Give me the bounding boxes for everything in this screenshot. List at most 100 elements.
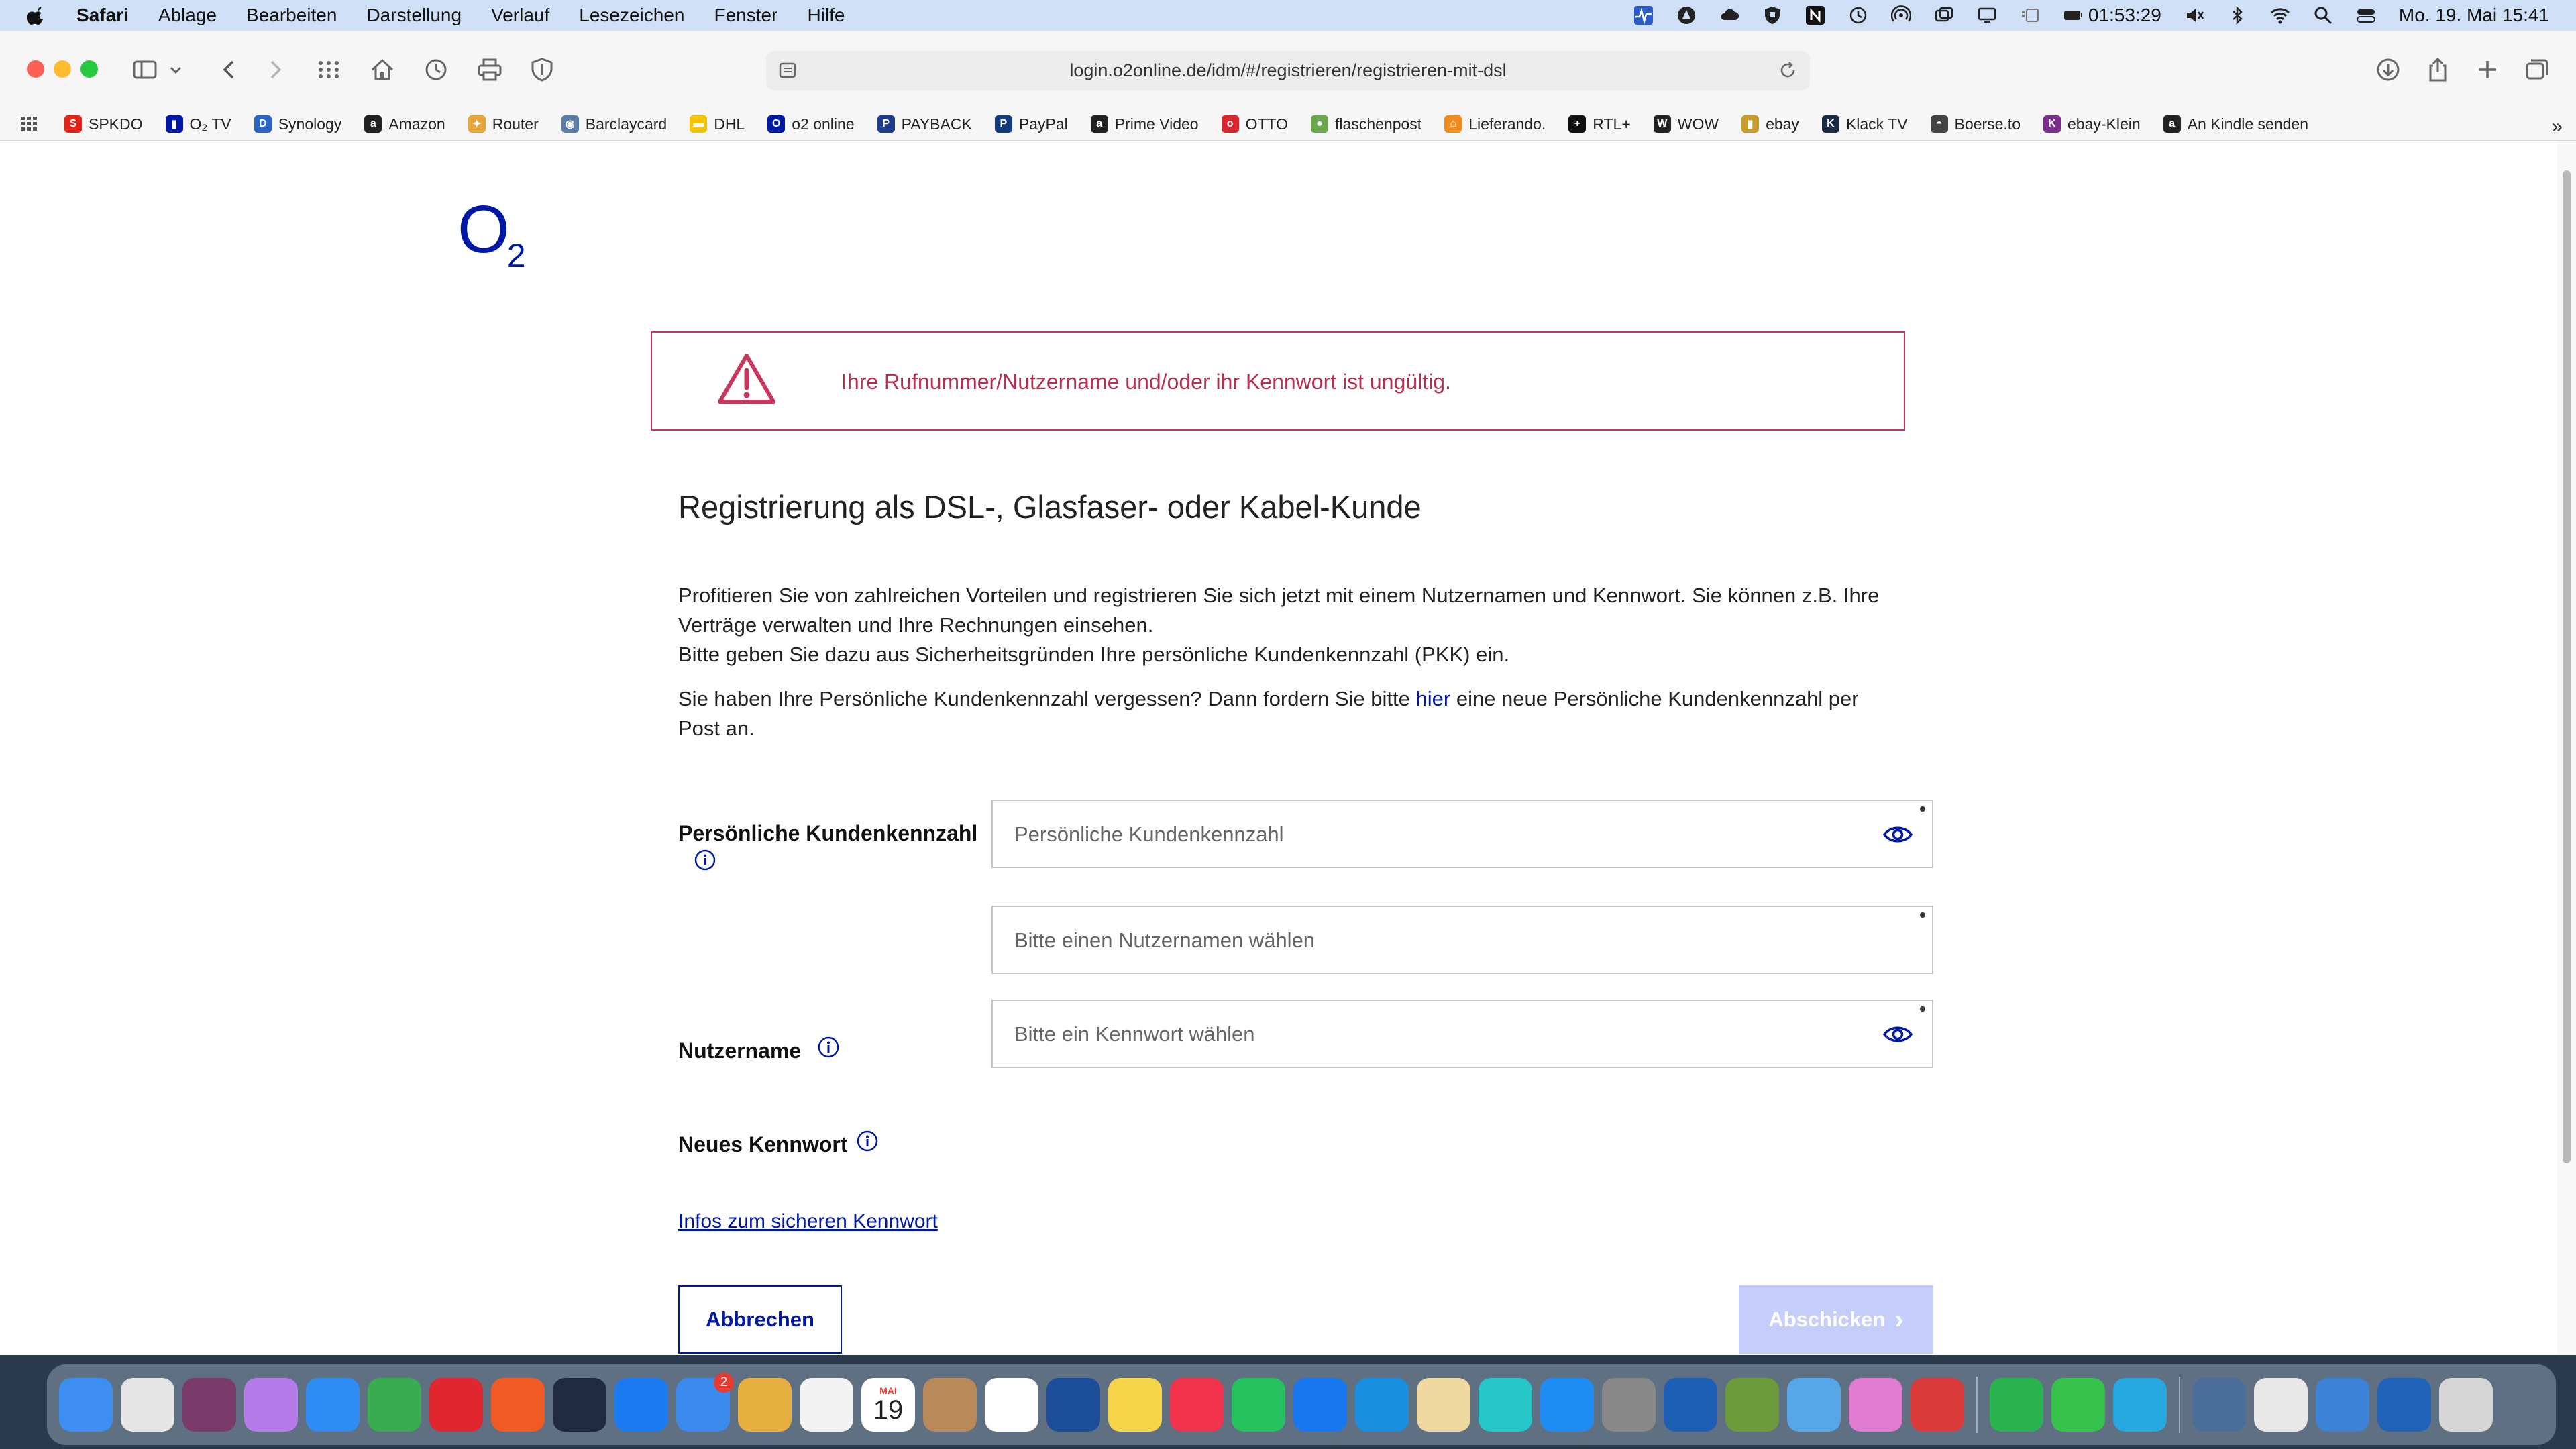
photos-icon[interactable] — [800, 1378, 853, 1432]
menu-edit[interactable]: Bearbeiten — [246, 5, 337, 26]
airdrop-icon[interactable] — [1890, 5, 1911, 25]
request-pkk-link[interactable]: hier — [1416, 687, 1451, 710]
bookmark-an-kindle-senden[interactable]: a An Kindle senden — [2163, 115, 2308, 133]
bookmark-synology[interactable]: D Synology — [254, 115, 341, 133]
zoom-window-button[interactable] — [80, 60, 98, 78]
username-info-icon[interactable] — [817, 1036, 840, 1059]
menu-app-name[interactable]: Safari — [76, 5, 129, 26]
folder-pink-icon[interactable] — [1849, 1378, 1902, 1432]
control-center-icon[interactable] — [2356, 5, 2376, 25]
pkk-info-icon[interactable] — [694, 849, 716, 871]
stage-manager-icon[interactable] — [2020, 5, 2040, 25]
calendar-icon[interactable]: MAI 19 — [861, 1378, 915, 1432]
bookmark-amazon[interactable]: a Amazon — [364, 115, 445, 133]
wifi-icon[interactable] — [2270, 5, 2290, 25]
history-icon[interactable] — [423, 56, 449, 83]
display-icon[interactable] — [1977, 5, 1997, 25]
clock[interactable]: Mo. 19. Mai 15:41 — [2399, 5, 2549, 26]
brave-icon[interactable] — [491, 1378, 545, 1432]
documents-icon[interactable] — [2254, 1378, 2308, 1432]
pkk-input[interactable] — [1013, 801, 1847, 868]
bookmark-barclaycard[interactable]: ◉ Barclaycard — [561, 115, 667, 133]
stocks-app-icon[interactable] — [182, 1378, 236, 1432]
bookmark-payback[interactable]: P PAYBACK — [877, 115, 972, 133]
activity-chart-icon[interactable] — [2377, 1378, 2431, 1432]
bookmark-dhl[interactable]: ▬ DHL — [690, 115, 745, 133]
bookmark-lieferando[interactable]: ⌂ Lieferando. — [1444, 115, 1546, 133]
tab-switcher-icon[interactable] — [2524, 56, 2551, 83]
bookmark-ebay-klein[interactable]: Kebay-Klein — [2043, 115, 2141, 133]
windows-folder-icon[interactable] — [2316, 1378, 2369, 1432]
bookmarks-grid-icon[interactable] — [20, 115, 38, 133]
bookmark-klack-tv[interactable]: K Klack TV — [1821, 115, 1908, 133]
o2-logo[interactable]: O2 — [458, 196, 529, 274]
password-info-link[interactable]: Infos zum sicheren Kennwort — [678, 1210, 938, 1233]
bookmark-flaschenpost[interactable]: ● flaschenpost — [1311, 115, 1421, 133]
activity-monitor-status-icon[interactable] — [1633, 5, 1654, 25]
close-window-button[interactable] — [27, 60, 44, 78]
find-my-icon[interactable] — [1990, 1378, 2043, 1432]
spotlight-search-icon[interactable] — [2313, 5, 2333, 25]
menu-bookmarks[interactable]: Lesezeichen — [579, 5, 684, 26]
app-store-icon[interactable] — [1540, 1378, 1594, 1432]
show-pkk-eye-icon[interactable] — [1882, 824, 1913, 845]
maps-pin-icon[interactable] — [1787, 1378, 1841, 1432]
bookmark-prime-video[interactable]: a Prime Video — [1090, 115, 1199, 133]
show-password-eye-icon[interactable] — [1882, 1024, 1913, 1045]
launchpad-icon[interactable] — [121, 1378, 174, 1432]
bookmark-spkdo[interactable]: S SPKDO — [64, 115, 143, 133]
bookmark-ebay[interactable]: ▮ ebay — [1741, 115, 1799, 133]
bookmark-o-tv[interactable]: ▮ O₂ TV — [165, 115, 231, 133]
trash-icon[interactable] — [2439, 1378, 2493, 1432]
chevron-down-icon[interactable] — [168, 56, 184, 83]
print-icon[interactable] — [476, 56, 503, 83]
more-bookmarks-icon[interactable]: » — [2551, 115, 2563, 138]
page-scrollbar[interactable] — [2557, 141, 2576, 1355]
bookmark-o2-online[interactable]: Oo2 online — [767, 115, 855, 133]
bluetooth-icon[interactable] — [2227, 5, 2247, 25]
remote-desktop-icon[interactable] — [1046, 1378, 1100, 1432]
bookmark-router[interactable]: ✦ Router — [468, 115, 539, 133]
menu-history[interactable]: Verlauf — [491, 5, 549, 26]
menu-view[interactable]: Darstellung — [366, 5, 462, 26]
tor-icon[interactable] — [1725, 1378, 1779, 1432]
share-icon[interactable] — [2424, 56, 2451, 83]
home-icon[interactable] — [369, 56, 396, 83]
bookmark-wow[interactable]: W WOW — [1653, 115, 1719, 133]
window-manager-icon[interactable] — [1934, 5, 1954, 25]
scrollbar-thumb[interactable] — [2563, 170, 2571, 1163]
reader-mode-icon[interactable] — [778, 61, 797, 80]
whatsapp-icon[interactable] — [1232, 1378, 1285, 1432]
tasks-icon[interactable] — [614, 1378, 668, 1432]
finder-icon[interactable] — [59, 1378, 113, 1432]
menu-window[interactable]: Fenster — [714, 5, 778, 26]
submit-button[interactable]: Abschicken › — [1739, 1285, 1933, 1354]
bookmark-paypal[interactable]: P PayPal — [994, 115, 1068, 133]
menu-file[interactable]: Ablage — [158, 5, 217, 26]
cancel-button[interactable]: Abbrechen — [678, 1285, 842, 1354]
minimize-window-button[interactable] — [54, 60, 71, 78]
contacts-icon[interactable] — [923, 1378, 977, 1432]
shield-status-icon[interactable] — [1762, 5, 1782, 25]
globe-icon[interactable] — [2113, 1378, 2167, 1432]
system-settings-icon[interactable] — [1602, 1378, 1656, 1432]
reminders-icon[interactable] — [985, 1378, 1038, 1432]
bookmark-rtl[interactable]: + RTL+ — [1568, 115, 1631, 133]
recycle-icon[interactable] — [738, 1378, 792, 1432]
apple-logo-icon[interactable] — [27, 5, 47, 25]
bookmark-otto[interactable]: o OTTO — [1221, 115, 1288, 133]
address-bar[interactable]: login.o2online.de/idm/#/registrieren/reg… — [766, 51, 1810, 90]
sidebar-icon[interactable] — [131, 56, 158, 83]
forward-icon[interactable] — [262, 56, 288, 83]
time-machine-icon[interactable] — [1848, 5, 1868, 25]
tab-overview-icon[interactable] — [315, 56, 342, 83]
privacy-shield-icon[interactable] — [529, 56, 555, 83]
toolbox-icon[interactable] — [1911, 1378, 1964, 1432]
bookmark-boerse-to[interactable]: ◓ Boerse.to — [1930, 115, 2021, 133]
new-tab-icon[interactable] — [2474, 56, 2501, 83]
password-info-icon[interactable] — [856, 1130, 879, 1152]
opera-icon[interactable] — [429, 1378, 483, 1432]
notion-status-icon[interactable] — [1805, 5, 1825, 25]
timer-display[interactable]: 01:53:29 — [2063, 5, 2161, 26]
notes-icon[interactable] — [1108, 1378, 1162, 1432]
